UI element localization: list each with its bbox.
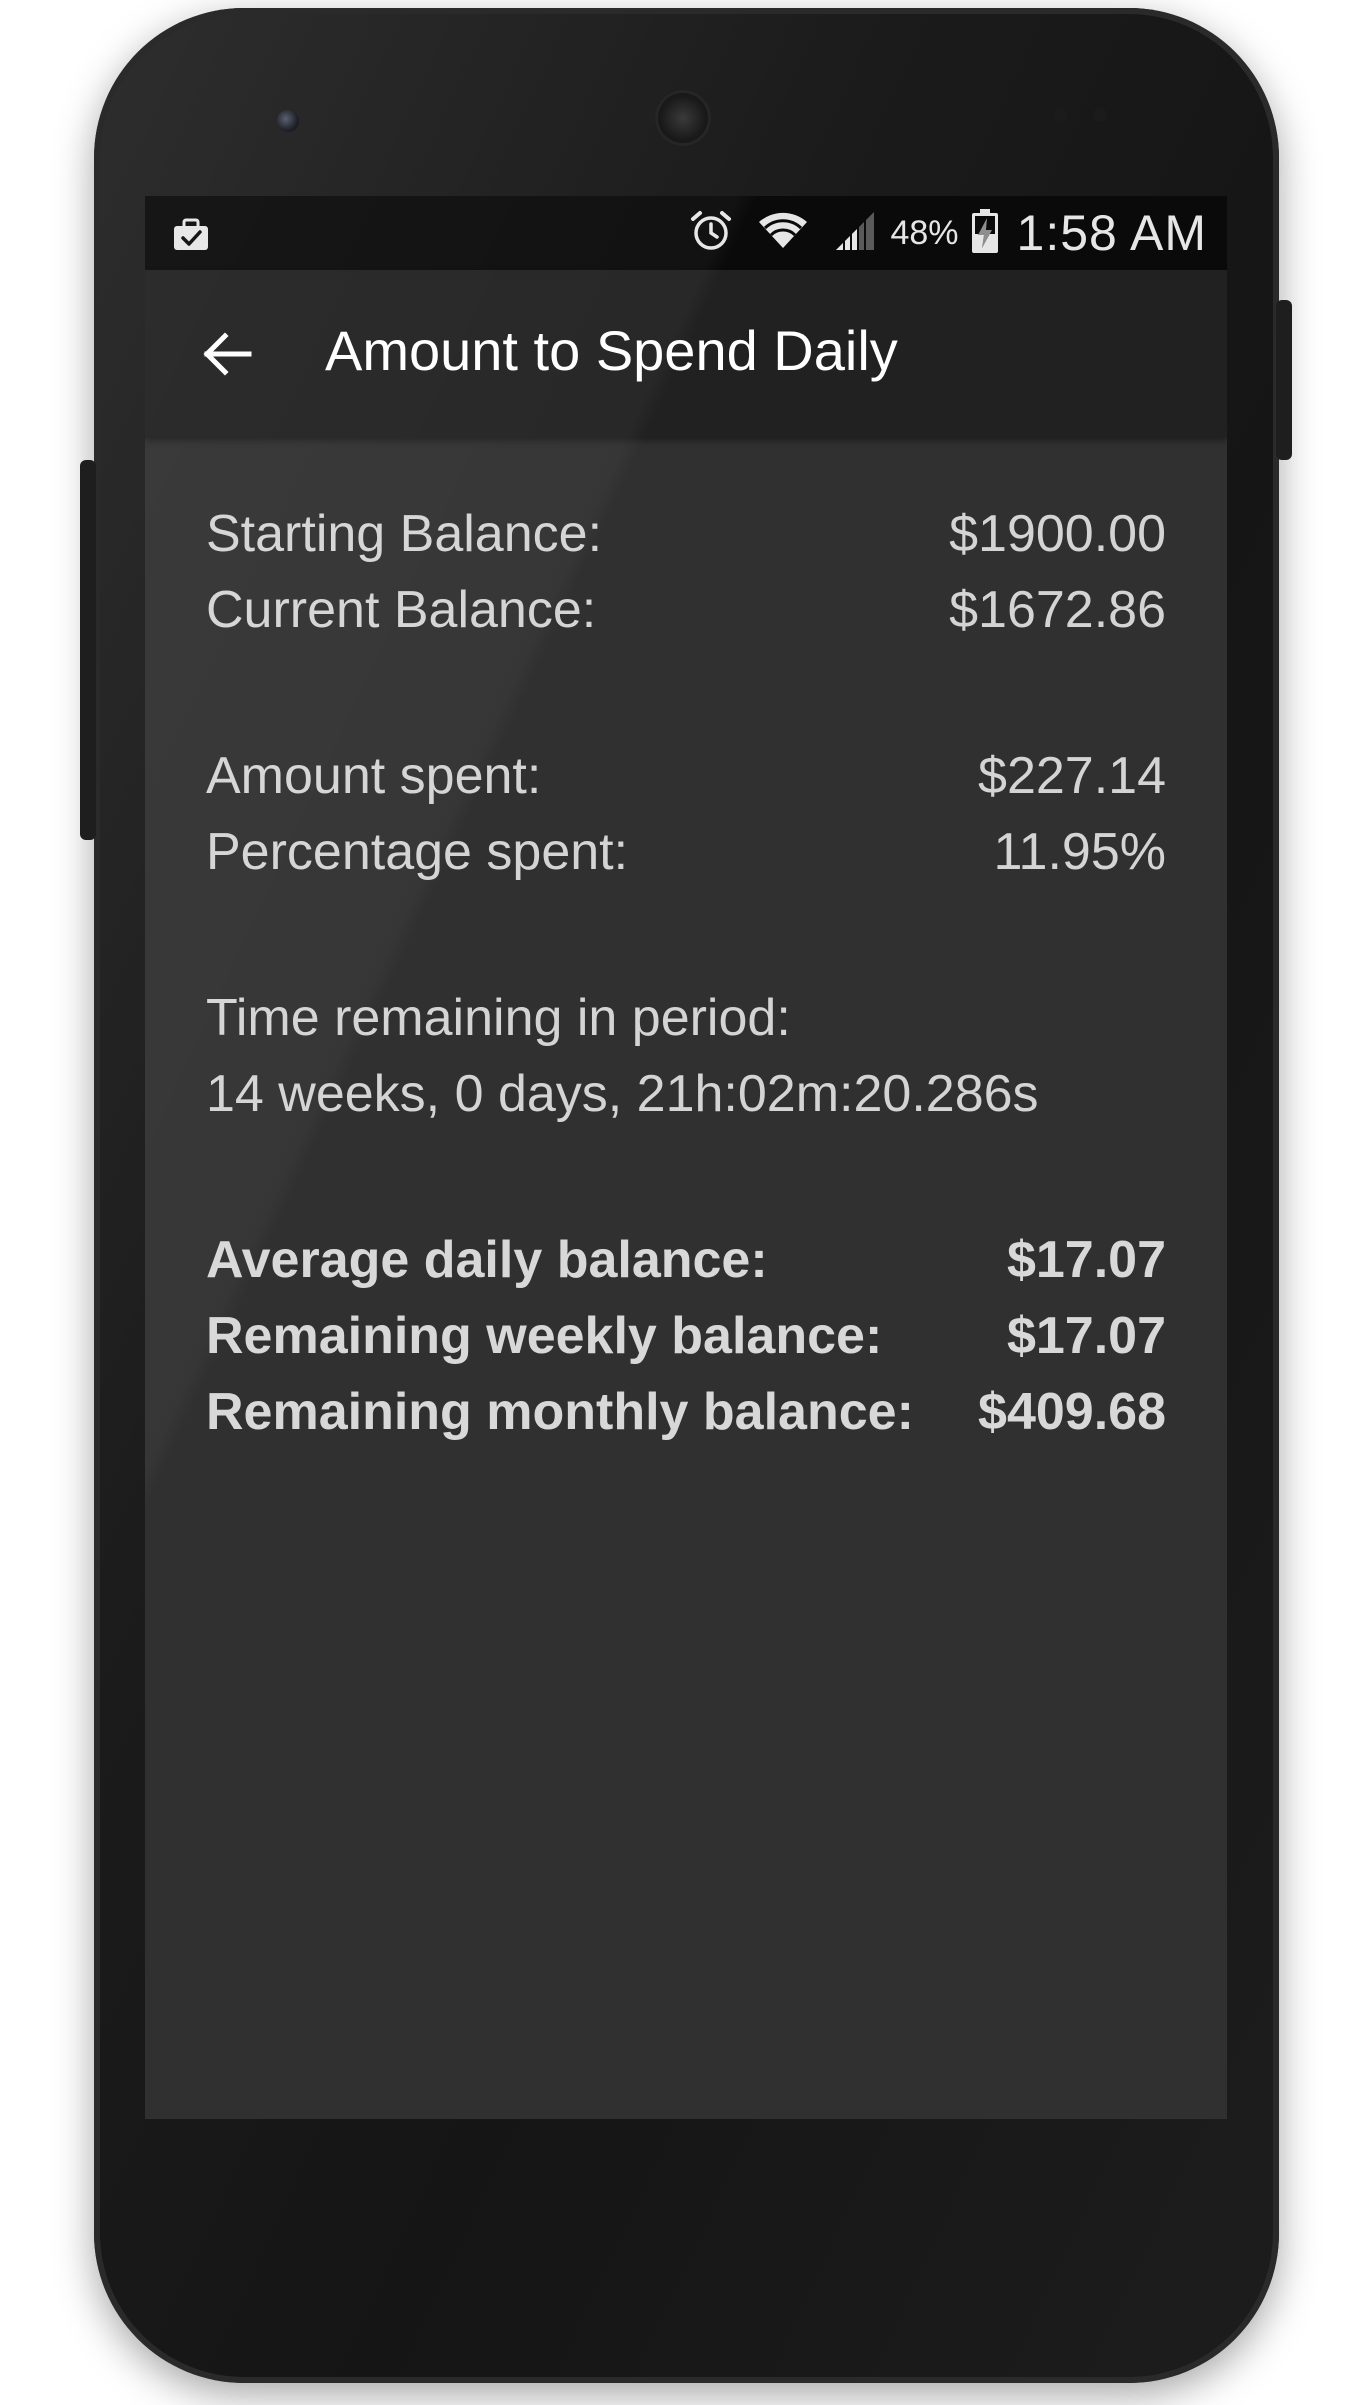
screen: 48% 1:58 AM Amount to Spend Daily Starti… bbox=[145, 196, 1227, 2119]
alarm-icon bbox=[688, 208, 734, 258]
percentage-spent-label: Percentage spent: bbox=[206, 823, 629, 881]
current-balance-value: $1672.86 bbox=[949, 581, 1166, 639]
power-button bbox=[1276, 300, 1292, 460]
time-remaining-label: Time remaining in period: bbox=[206, 989, 791, 1047]
cell-signal-icon bbox=[832, 208, 878, 258]
briefcase-check-icon bbox=[171, 214, 211, 254]
remaining-weekly-label: Remaining weekly balance: bbox=[206, 1307, 883, 1365]
remaining-monthly-value: $409.68 bbox=[978, 1383, 1166, 1441]
starting-balance-value: $1900.00 bbox=[949, 505, 1166, 563]
remaining-weekly-value: $17.07 bbox=[1006, 1307, 1166, 1365]
starting-balance-row: Starting Balance: $1900.00 bbox=[206, 496, 1166, 572]
wifi-icon bbox=[756, 208, 810, 258]
earpiece-speaker bbox=[655, 90, 711, 146]
arrow-back-icon[interactable] bbox=[197, 324, 257, 384]
remaining-monthly-row: Remaining monthly balance: $409.68 bbox=[206, 1374, 1166, 1450]
status-bar: 48% 1:58 AM bbox=[145, 196, 1227, 270]
current-balance-label: Current Balance: bbox=[206, 581, 597, 639]
status-clock: 1:58 AM bbox=[1016, 205, 1207, 261]
summary-content: Starting Balance: $1900.00 Current Balan… bbox=[206, 496, 1166, 1450]
status-icons: 48% 1:58 AM bbox=[688, 196, 1207, 270]
amount-spent-label: Amount spent: bbox=[206, 747, 542, 805]
app-bar: Amount to Spend Daily bbox=[145, 270, 1227, 438]
amount-spent-value: $227.14 bbox=[978, 747, 1166, 805]
battery-charging-icon bbox=[971, 208, 999, 258]
remaining-monthly-label: Remaining monthly balance: bbox=[206, 1383, 914, 1441]
front-camera bbox=[277, 110, 299, 132]
remaining-weekly-row: Remaining weekly balance: $17.07 bbox=[206, 1298, 1166, 1374]
current-balance-row: Current Balance: $1672.86 bbox=[206, 572, 1166, 648]
percentage-spent-row: Percentage spent: 11.95% bbox=[206, 814, 1166, 890]
percentage-spent-value: 11.95% bbox=[993, 823, 1166, 881]
page-title: Amount to Spend Daily bbox=[325, 319, 898, 382]
proximity-sensor bbox=[1053, 108, 1067, 122]
starting-balance-label: Starting Balance: bbox=[206, 505, 603, 563]
time-remaining-value: 14 weeks, 0 days, 21h:02m:20.286s bbox=[206, 1065, 1039, 1123]
average-daily-value: $17.07 bbox=[1006, 1231, 1166, 1289]
average-daily-row: Average daily balance: $17.07 bbox=[206, 1222, 1166, 1298]
amount-spent-row: Amount spent: $227.14 bbox=[206, 738, 1166, 814]
average-daily-label: Average daily balance: bbox=[206, 1231, 768, 1289]
light-sensor bbox=[1093, 108, 1107, 122]
volume-button bbox=[80, 460, 96, 840]
battery-percent: 48% bbox=[890, 213, 959, 252]
